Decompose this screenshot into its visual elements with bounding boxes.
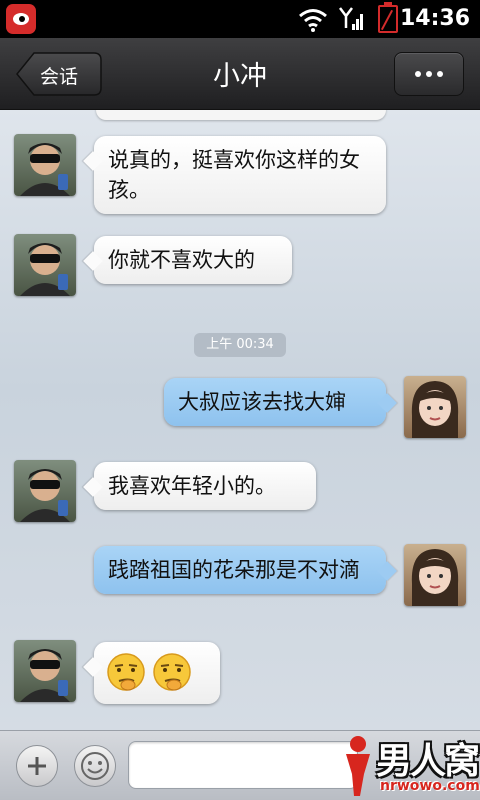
more-options-button[interactable]	[394, 52, 464, 96]
message-timestamp: 上午 00:34	[194, 333, 286, 357]
watermark-url: nrwowo.com	[380, 778, 480, 794]
smiley-icon	[81, 752, 109, 780]
status-time: 14:36	[399, 6, 470, 31]
message-bubble[interactable]: 说真的，挺喜欢你这样的女孩。	[94, 136, 386, 214]
contact-avatar[interactable]	[14, 134, 76, 196]
add-attachment-button[interactable]	[16, 745, 58, 787]
battery-empty-icon	[378, 2, 398, 33]
message-input[interactable]	[128, 741, 358, 789]
contact-avatar[interactable]	[14, 234, 76, 296]
message-bubble[interactable]: 践踏祖国的花朵那是不对滴	[94, 546, 386, 594]
site-watermark: 男人窝 nrwowo.com	[340, 732, 480, 800]
chat-area[interactable]: 说真的，挺喜欢你这样的女孩。 你就不喜欢大的 上午 00:34 大叔应该去找大婶	[0, 110, 480, 730]
message-bubble[interactable]	[94, 642, 220, 704]
message-text: 说真的，挺喜欢你这样的女孩。	[108, 148, 360, 202]
signal-icon	[339, 7, 363, 30]
message-text: 大叔应该去找大婶	[178, 390, 346, 414]
message-text: 践踏祖国的花朵那是不对滴	[108, 558, 360, 582]
watermark-text: 男人窝	[376, 741, 480, 782]
contact-avatar[interactable]	[14, 640, 76, 702]
title-bar: 会话 小冲	[0, 38, 480, 110]
message-text: 我喜欢年轻小的。	[108, 474, 276, 498]
wifi-icon	[299, 9, 327, 32]
smug-emoji	[153, 653, 191, 691]
previous-message-bubble	[96, 110, 386, 120]
message-bubble[interactable]: 我喜欢年轻小的。	[94, 462, 316, 510]
weibo-app-icon	[6, 4, 36, 34]
more-dots-icon	[415, 71, 421, 77]
smug-emoji	[107, 653, 145, 691]
message-text: 你就不喜欢大的	[108, 248, 255, 272]
message-bubble[interactable]: 大叔应该去找大婶	[164, 378, 386, 426]
plus-icon	[28, 757, 46, 775]
watermark-logo-icon	[346, 736, 370, 796]
my-avatar[interactable]	[404, 544, 466, 606]
my-avatar[interactable]	[404, 376, 466, 438]
contact-avatar[interactable]	[14, 460, 76, 522]
emoji-picker-button[interactable]	[74, 745, 116, 787]
status-bar: 14:36	[0, 0, 480, 38]
message-bubble[interactable]: 你就不喜欢大的	[94, 236, 292, 284]
